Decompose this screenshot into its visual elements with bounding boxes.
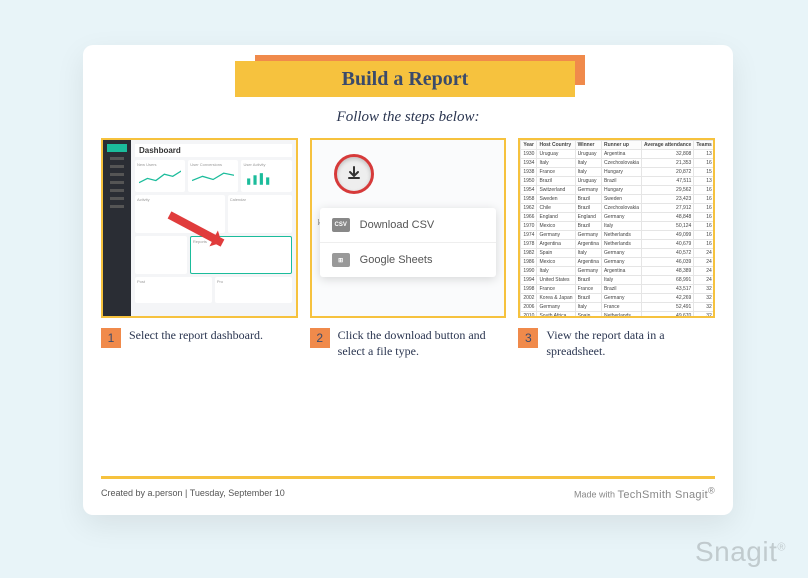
step-3: YearHost CountryWinnerRunner upAverage a… [518, 138, 715, 359]
step-1: Dashboard New Users User Conversions Use… [101, 138, 298, 359]
menu-label-sheets: Google Sheets [360, 254, 433, 266]
download-button[interactable] [334, 154, 374, 194]
download-menu: CSV Download CSV ⊞ Google Sheets [320, 208, 497, 277]
title-bar: Build a Report [235, 61, 575, 97]
snagit-watermark: Snagit® [695, 536, 786, 568]
table-row: 1962ChileBrazilCzechoslovakia27,91216328… [521, 204, 713, 213]
table-header: Teams [694, 141, 713, 150]
step-text-3: View the report data in a spreadsheet. [546, 328, 715, 359]
footer-credit: Created by a.person | Tuesday, September… [101, 488, 285, 498]
table-row: 1994United StatesBrazilItaly68,991245214… [521, 276, 713, 285]
table-header: Runner up [601, 141, 641, 150]
dashboard-tile: New Users [135, 160, 185, 192]
step-text-1: Select the report dashboard. [129, 328, 263, 344]
table-row: 2006GermanyItalyFrance52,4913264147 [521, 303, 713, 312]
menu-label-csv: Download CSV [360, 219, 435, 231]
table-row: 1966EnglandEnglandGermany48,848163289 [521, 213, 713, 222]
spreadsheet-table: YearHost CountryWinnerRunner upAverage a… [520, 140, 713, 316]
table-row: 1986MexicoArgentinaGermany46,0392452132 [521, 258, 713, 267]
csv-icon: CSV [332, 218, 350, 232]
dashboard-tile: User Conversions [188, 160, 238, 192]
step-2-image: king CSV Download CSV ⊞ Google Sheets [310, 138, 507, 318]
table-row: 1974GermanyGermanyNetherlands49,09916389… [521, 231, 713, 240]
table-row: 1998FranceFranceBrazil43,5173264171 [521, 285, 713, 294]
dashboard-tile: Calendar [228, 195, 292, 233]
step-number-1: 1 [101, 328, 121, 348]
spreadsheet-mock: YearHost CountryWinnerRunner upAverage a… [520, 140, 713, 316]
table-row: 2010South AfricaSpainNetherlands49,67032… [521, 312, 713, 317]
dashboard-sidebar [103, 140, 131, 316]
dashboard-tile: Activity [135, 195, 225, 233]
table-header: Winner [575, 141, 601, 150]
table-header: Host Country [537, 141, 575, 150]
dashboard-heading: Dashboard [135, 144, 292, 157]
menu-item-sheets[interactable]: ⊞ Google Sheets [320, 243, 497, 277]
step-3-image: YearHost CountryWinnerRunner upAverage a… [518, 138, 715, 318]
dashboard-mock: Dashboard New Users User Conversions Use… [103, 140, 296, 316]
tutorial-card: Build a Report Follow the steps below: D… [83, 45, 733, 515]
download-icon [346, 166, 362, 182]
table-row: 2002Korea & JapanBrazilGermany42,2693264… [521, 294, 713, 303]
dashboard-tile-reports: Reports [190, 236, 292, 274]
dashboard-tile: Post [135, 277, 212, 303]
footer: Created by a.person | Tuesday, September… [101, 476, 715, 501]
steps-row: Dashboard New Users User Conversions Use… [101, 138, 715, 359]
table-row: 1970MexicoBrazilItaly50,124163295 [521, 222, 713, 231]
title-container: Build a Report [243, 61, 573, 101]
footer-madewith: Made with TechSmith Snagit® [574, 485, 715, 501]
table-row: 1934ItalyItalyCzechoslovakia21,353161770 [521, 159, 713, 168]
table-row: 1950BrazilUruguayBrazil47,511132288 [521, 177, 713, 186]
step-text-2: Click the download button and select a f… [338, 328, 507, 359]
sheets-icon: ⊞ [332, 253, 350, 267]
page-title: Build a Report [342, 68, 469, 91]
table-row: 1954SwitzerlandGermanyHungary29,56216261… [521, 186, 713, 195]
menu-item-csv[interactable]: CSV Download CSV [320, 208, 497, 243]
step-number-3: 3 [518, 328, 538, 348]
table-row: 1958SwedenBrazilSweden23,4231635126 [521, 195, 713, 204]
table-header: Average attendance [642, 141, 694, 150]
step-2: king CSV Download CSV ⊞ Google Sheets [310, 138, 507, 359]
step-1-image: Dashboard New Users User Conversions Use… [101, 138, 298, 318]
dashboard-tile [135, 236, 187, 274]
subtitle: Follow the steps below: [101, 109, 715, 126]
table-row: 1930UruguayUruguayArgentina32,808131870 [521, 150, 713, 159]
table-row: 1978ArgentinaArgentinaNetherlands40,6791… [521, 240, 713, 249]
table-row: 1938FranceItalyHungary20,872151884 [521, 168, 713, 177]
table-header: Year [521, 141, 537, 150]
dashboard-main: Dashboard New Users User Conversions Use… [131, 140, 296, 316]
dashboard-tile: Pro [215, 277, 292, 303]
step-number-2: 2 [310, 328, 330, 348]
table-row: 1982SpainItalyGermany40,5722452146 [521, 249, 713, 258]
table-row: 1990ItalyGermanyArgentina48,3892452115 [521, 267, 713, 276]
dashboard-tile: User Activity [241, 160, 291, 192]
